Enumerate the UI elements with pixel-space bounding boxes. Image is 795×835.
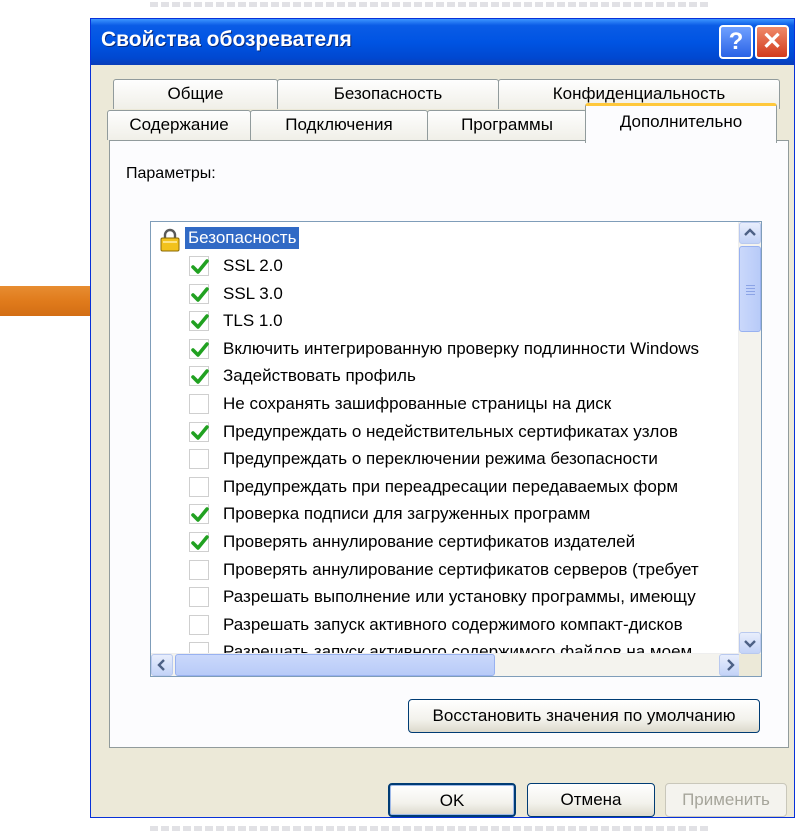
setting-label: SSL 3.0	[223, 283, 283, 303]
checkbox-unchecked[interactable]	[189, 559, 209, 580]
setting-label: Предупреждать при переадресации передава…	[223, 476, 679, 496]
checkbox-checked[interactable]	[189, 311, 209, 332]
checkbox-checked[interactable]	[189, 504, 209, 525]
setting-row[interactable]: Предупреждать о недействительных сертифи…	[151, 419, 739, 447]
window-title: Свойства обозревателя	[101, 28, 352, 51]
tab-label: Содержание	[129, 115, 229, 134]
checkbox-unchecked[interactable]	[189, 614, 209, 635]
setting-label: SSL 2.0	[223, 256, 283, 275]
setting-row[interactable]: Предупреждать о переключении режима безо…	[151, 446, 739, 474]
ok-label: OK	[439, 791, 465, 810]
tab-label: Общие	[167, 84, 224, 103]
tab-advanced[interactable]: Дополнительно	[585, 103, 777, 143]
tab-label: Подключения	[285, 115, 393, 134]
cancel-label: Отмена	[560, 790, 622, 809]
tab-label: Безопасность	[333, 84, 443, 103]
checkbox-unchecked[interactable]	[189, 449, 209, 470]
checkbox-checked[interactable]	[189, 532, 209, 552]
scroll-down-button[interactable]	[739, 632, 761, 654]
setting-label: Предупреждать о переключении режима безо…	[223, 449, 658, 469]
checkmark-icon	[191, 424, 209, 440]
setting-label: TLS 1.0	[223, 311, 283, 331]
ok-button[interactable]: OK	[388, 783, 516, 817]
vertical-scroll-thumb[interactable]	[739, 246, 761, 332]
setting-label: Задействовать профиль	[223, 366, 416, 386]
checkmark-icon	[191, 535, 209, 550]
help-button[interactable]: ?	[719, 25, 753, 59]
checkmark-icon	[191, 369, 209, 385]
chevron-left-icon	[157, 659, 165, 671]
restore-defaults-button[interactable]: Восстановить значения по умолчанию	[408, 699, 760, 733]
category-label: Безопасность	[185, 227, 300, 249]
checkmark-icon	[191, 341, 209, 357]
horizontal-scrollbar[interactable]	[151, 653, 741, 676]
apply-button[interactable]: Применить	[665, 783, 787, 817]
setting-row[interactable]: TLS 1.0	[151, 308, 739, 336]
tab-label: Дополнительно	[619, 112, 743, 131]
background-text-strip	[150, 2, 710, 7]
tab-connections[interactable]: Подключения	[250, 110, 428, 140]
scrollbar-corner	[739, 654, 761, 676]
question-mark-icon: ?	[728, 28, 744, 55]
checkmark-icon	[191, 507, 209, 523]
tab-label: Программы	[461, 115, 553, 134]
setting-label: Проверять аннулирование сертификатов сер…	[223, 559, 699, 579]
tab-content[interactable]: Содержание	[107, 110, 251, 140]
checkmark-icon	[191, 259, 209, 274]
checkbox-checked[interactable]	[189, 338, 209, 359]
vertical-scrollbar[interactable]	[738, 222, 761, 654]
setting-label: Проверка подписи для загруженных програм…	[223, 504, 591, 524]
setting-label: Предупреждать о недействительных сертифи…	[223, 421, 678, 441]
title-bar[interactable]: Свойства обозревателя ? ✕	[91, 19, 794, 65]
checkbox-checked[interactable]	[189, 256, 209, 276]
settings-list[interactable]: Безопасность SSL 2.0 SSL 3.0 TLS 1.0 Включи…	[150, 221, 762, 677]
checkbox-unchecked[interactable]	[189, 587, 209, 608]
scroll-right-button[interactable]	[719, 654, 741, 676]
chevron-up-icon	[744, 228, 756, 236]
lock-icon	[160, 228, 180, 252]
settings-label: Параметры:	[126, 165, 216, 182]
setting-row[interactable]: Проверять аннулирование сертификатов изд…	[151, 529, 739, 557]
checkbox-unchecked[interactable]	[189, 394, 209, 414]
close-icon: ✕	[761, 28, 783, 55]
tab-label: Конфиденциальность	[552, 84, 726, 103]
chevron-right-icon	[727, 659, 735, 671]
setting-row[interactable]: Задействовать профиль	[151, 363, 739, 391]
tab-security[interactable]: Безопасность	[277, 79, 499, 109]
setting-row[interactable]: Разрешать выполнение или установку прогр…	[151, 584, 739, 612]
setting-row[interactable]: Проверять аннулирование сертификатов сер…	[151, 557, 739, 585]
setting-row[interactable]: Не сохранять зашифрованные страницы на д…	[151, 391, 739, 419]
tab-programs[interactable]: Программы	[427, 110, 587, 140]
setting-row[interactable]: Включить интегрированную проверку подлин…	[151, 336, 739, 364]
setting-row[interactable]: SSL 2.0	[151, 253, 739, 281]
setting-label: Разрешать выполнение или установку прогр…	[223, 587, 696, 607]
internet-options-dialog: Свойства обозревателя ? ✕ Общие Безопасн…	[90, 18, 795, 818]
chevron-down-icon	[744, 640, 756, 648]
checkbox-checked[interactable]	[189, 421, 209, 442]
setting-row[interactable]: Предупреждать при переадресации передава…	[151, 474, 739, 502]
checkbox-unchecked[interactable]	[189, 476, 209, 497]
tab-general[interactable]: Общие	[113, 79, 278, 109]
setting-label: Включить интегрированную проверку подлин…	[223, 338, 700, 358]
checkbox-checked[interactable]	[189, 283, 209, 304]
setting-label: Проверять аннулирование сертификатов изд…	[223, 532, 636, 551]
setting-row[interactable]: Проверка подписи для загруженных програм…	[151, 501, 739, 529]
background-text-strip	[150, 826, 710, 831]
cancel-button[interactable]: Отмена	[527, 783, 655, 817]
checkmark-icon	[191, 286, 209, 302]
setting-row[interactable]: Разрешать запуск активного содержимого к…	[151, 612, 739, 640]
checkmark-icon	[191, 314, 209, 329]
scroll-up-button[interactable]	[739, 222, 761, 244]
setting-label: Не сохранять зашифрованные страницы на д…	[223, 394, 612, 413]
checkbox-checked[interactable]	[189, 366, 209, 387]
scroll-left-button[interactable]	[151, 654, 173, 676]
restore-defaults-label: Восстановить значения по умолчанию	[432, 706, 736, 725]
setting-row[interactable]: SSL 3.0	[151, 281, 739, 309]
apply-label: Применить	[682, 790, 770, 809]
setting-label: Разрешать запуск активного содержимого к…	[223, 614, 683, 634]
advanced-tab-panel: Параметры: Безопасность SSL 2.0 SSL 3.0 TL…	[109, 140, 789, 748]
horizontal-scroll-thumb[interactable]	[175, 654, 495, 676]
close-button[interactable]: ✕	[755, 25, 789, 59]
